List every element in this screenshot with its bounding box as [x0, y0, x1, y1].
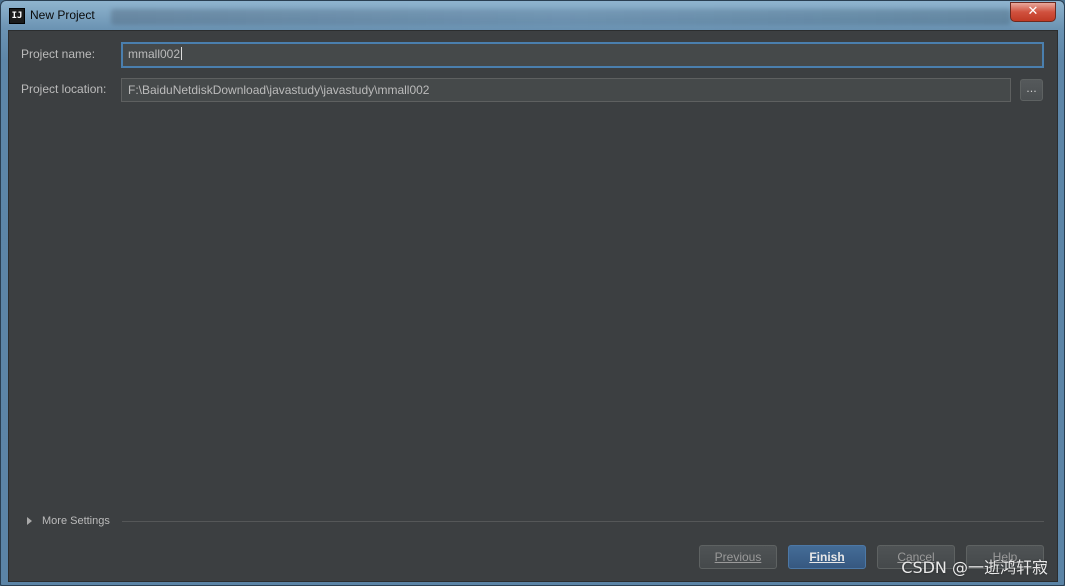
text-caret: [181, 47, 183, 60]
more-settings-label: More Settings: [42, 515, 110, 527]
new-project-window: IJ New Project ✕ Project name: mmall002 …: [0, 0, 1065, 586]
finish-button[interactable]: Finish: [788, 545, 866, 569]
previous-button[interactable]: Previous: [699, 545, 777, 569]
project-location-label: Project location:: [21, 82, 107, 96]
browse-location-button[interactable]: ...: [1020, 79, 1043, 101]
triangle-right-icon: [27, 517, 32, 525]
dialog-content: Project name: mmall002 Project location:…: [8, 30, 1058, 582]
project-name-input[interactable]: mmall002: [121, 42, 1044, 68]
csdn-watermark: CSDN @一逝鸿轩寂: [901, 558, 1048, 577]
intellij-app-icon: IJ: [9, 8, 25, 24]
more-settings-divider: [122, 521, 1044, 522]
title-bar[interactable]: IJ New Project ✕: [1, 1, 1064, 31]
background-window-blur: [111, 9, 1011, 25]
close-button[interactable]: ✕: [1010, 2, 1056, 22]
project-name-label: Project name:: [21, 47, 96, 61]
project-location-input[interactable]: F:\BaiduNetdiskDownload\javastudy\javast…: [121, 78, 1011, 102]
project-name-value: mmall002: [128, 47, 181, 61]
project-location-value: F:\BaiduNetdiskDownload\javastudy\javast…: [128, 83, 430, 97]
window-title: New Project: [30, 8, 95, 22]
